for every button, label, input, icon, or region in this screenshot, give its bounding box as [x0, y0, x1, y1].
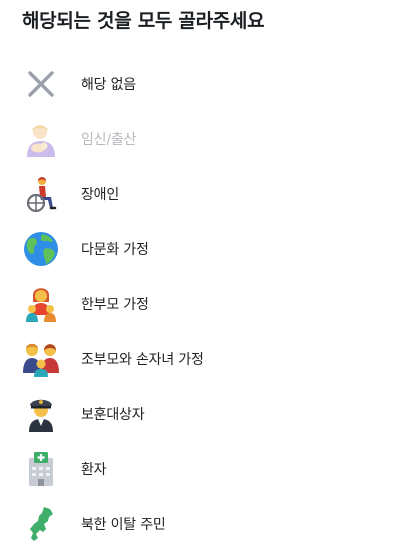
single-parent-family-icon [22, 285, 60, 323]
option-disability[interactable]: 장애인 [0, 166, 401, 221]
option-label: 보훈대상자 [81, 406, 145, 423]
option-single-parent[interactable]: 한부모 가정 [0, 276, 401, 331]
option-veteran[interactable]: 보훈대상자 [0, 386, 401, 441]
option-label: 해당 없음 [81, 76, 136, 93]
option-defector[interactable]: 북한 이탈 주민 [0, 496, 401, 547]
globe-icon [22, 230, 60, 268]
option-label: 다문화 가정 [81, 241, 149, 258]
north-korea-map-icon [22, 505, 60, 543]
option-label: 환자 [81, 461, 107, 478]
option-pregnancy[interactable]: 임신/출산 [0, 111, 401, 166]
option-label: 장애인 [81, 186, 120, 203]
option-patient[interactable]: 환자 [0, 441, 401, 496]
close-x-icon [22, 65, 60, 103]
hospital-icon [22, 450, 60, 488]
option-multicultural[interactable]: 다문화 가정 [0, 221, 401, 276]
veteran-officer-icon [22, 395, 60, 433]
option-label: 북한 이탈 주민 [81, 516, 166, 533]
option-label: 임신/출산 [81, 131, 137, 148]
option-grandparent[interactable]: 조부모와 손자녀 가정 [0, 331, 401, 386]
option-label: 한부모 가정 [81, 296, 149, 313]
grandparent-family-icon [22, 340, 60, 378]
option-none[interactable]: 해당 없음 [0, 56, 401, 111]
option-label: 조부모와 손자녀 가정 [81, 351, 204, 368]
wheelchair-user-icon [22, 175, 60, 213]
breastfeeding-icon [22, 120, 60, 158]
page-title: 해당되는 것을 모두 골라주세요 [22, 10, 265, 32]
